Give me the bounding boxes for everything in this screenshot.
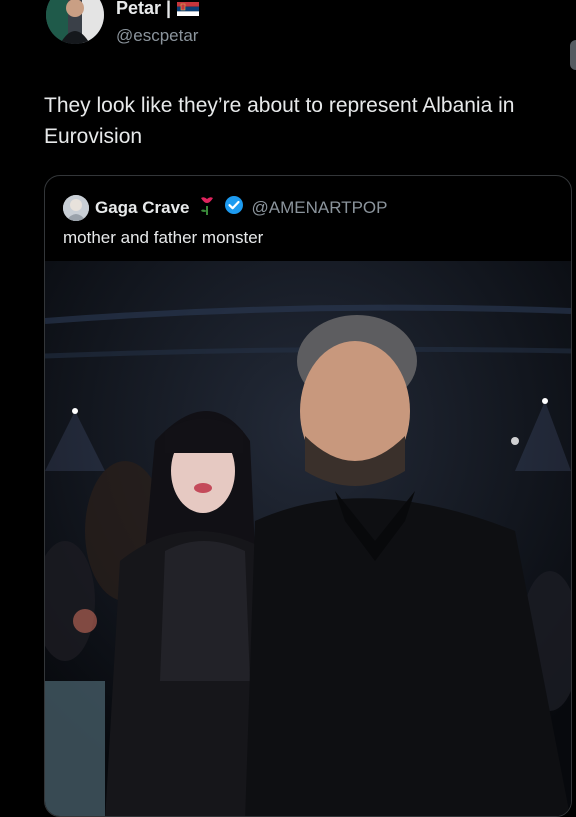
- tweet-header: Petar | @escpetar: [0, 0, 576, 70]
- tweet-text: They look like they’re about to represen…: [44, 94, 515, 148]
- rose-emoji-icon: [196, 194, 218, 221]
- quoted-author-handle[interactable]: @AMENARTPOP: [252, 198, 388, 218]
- serbia-flag-icon: [177, 1, 200, 16]
- quoted-tweet-card[interactable]: Gaga Crave @AMENARTPOP mother and father…: [44, 175, 572, 817]
- quoted-tweet-photo[interactable]: [45, 261, 571, 817]
- quoted-author-name[interactable]: Gaga Crave: [95, 198, 190, 218]
- quoted-author-avatar[interactable]: [63, 194, 89, 221]
- more-options-icon[interactable]: [570, 40, 576, 70]
- quoted-tweet-text: mother and father monster: [63, 228, 264, 247]
- verified-badge-icon: [224, 195, 244, 220]
- author-handle[interactable]: @escpetar: [116, 26, 198, 46]
- author-avatar[interactable]: [46, 0, 104, 44]
- author-display-name[interactable]: Petar |: [116, 0, 171, 19]
